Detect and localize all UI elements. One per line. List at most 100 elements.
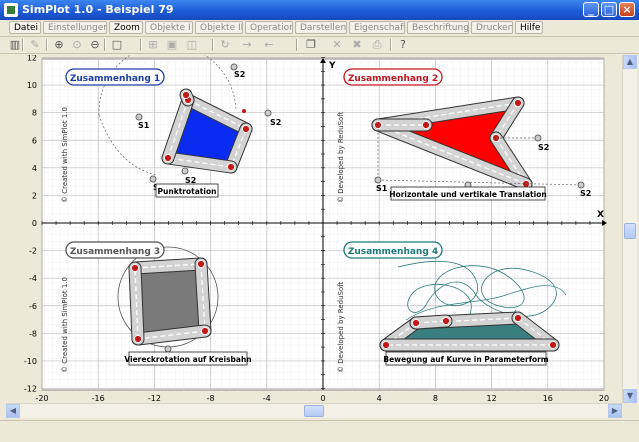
y-tick-label: -2: [29, 247, 37, 256]
point-s2: [577, 181, 585, 189]
menu-item-hilfe[interactable]: Hilfe: [515, 21, 543, 34]
plot-svg[interactable]: XY -20 -16 -12 -8 -4 0 4 8 12 16 20121086420-2-4-6…: [6, 43, 622, 403]
toolbar-separator: [46, 39, 48, 51]
plot-canvas[interactable]: XY -20 -16 -12 -8 -4 0 4 8 12 16 20 12 10 8 6 4 2 0 -2 -4 -6…: [6, 43, 622, 403]
zoom-icon[interactable]: ⊙: [70, 38, 84, 52]
panel-caption: Punktrotation: [158, 187, 217, 196]
zoom-out-icon[interactable]: ⊖: [88, 38, 102, 52]
window-title: SimPlot 1.0 - Beispiel 79: [22, 3, 174, 16]
y-tick-label: 6: [32, 136, 37, 145]
y-tick-label: -12: [24, 385, 37, 394]
menu-item-operation[interactable]: Operation: [245, 21, 293, 34]
point-s1: [374, 176, 382, 184]
watermark-right-bottom: © Developed by ReduSoft: [337, 281, 345, 373]
vertex: [514, 314, 522, 322]
panel-caption: Viereckrotation auf Kreisbahn: [124, 355, 251, 364]
minimize-button[interactable]: _: [583, 2, 599, 17]
x-tick-label: -20: [35, 394, 48, 403]
panel-caption: Bewegung auf Kurve in Parameterform: [383, 355, 548, 364]
scroll-left-button[interactable]: ◀: [6, 404, 20, 418]
vertical-scrollbar[interactable]: ▲ ▼: [622, 55, 637, 403]
panel-caption: Horizontale und vertikale Translation: [389, 190, 546, 199]
help-icon[interactable]: ?: [396, 38, 410, 52]
frame-icon[interactable]: ▣: [165, 38, 179, 52]
vertex: [549, 341, 557, 349]
horizontal-scrollbar[interactable]: ◀ ▶: [6, 403, 622, 418]
calculator-icon[interactable]: ▥: [8, 38, 22, 52]
point-s1: [135, 113, 143, 121]
arrow-left-icon[interactable]: ←: [262, 38, 276, 52]
y-tick-label: -8: [29, 329, 37, 338]
panel-title: Zusammenhang 1: [70, 74, 160, 84]
menu-item-objekte-i[interactable]: Objekte I: [145, 21, 193, 34]
menu-item-eigenschaft[interactable]: Eigenschaft: [349, 21, 405, 34]
panel-title: Zusammenhang 4: [348, 247, 438, 257]
horizontal-scroll-thumb[interactable]: [304, 405, 324, 417]
cut-icon[interactable]: ✕: [330, 38, 344, 52]
x-tick-label: -16: [92, 394, 105, 403]
grid-icon[interactable]: ⊞: [146, 38, 160, 52]
menu-item-objekte-ii[interactable]: Objekte II: [195, 21, 243, 34]
toolbar: ▥ ✎ ⊕ ⊙ ⊖ □ ⊞ ▣ ◫ ↻ → ← ❐ ✕ ✖ ⎙?: [0, 37, 639, 54]
maximize-button[interactable]: □: [601, 2, 617, 17]
toolbar-separator: [22, 39, 24, 51]
rotate-icon[interactable]: ↻: [218, 38, 232, 52]
scroll-down-button[interactable]: ▼: [623, 389, 637, 403]
x-tick-label: 12: [487, 394, 497, 403]
vertex: [227, 163, 235, 171]
vertical-scroll-thumb[interactable]: [624, 223, 636, 239]
watermark-right-top: © Developed by ReduSoft: [337, 111, 345, 203]
menu-item-beschriftung[interactable]: Beschriftung: [407, 21, 469, 34]
close-button[interactable]: ×: [619, 2, 635, 17]
toolbar-separator: [212, 39, 214, 51]
zoom-in-icon[interactable]: ⊕: [52, 38, 66, 52]
x-tick-label: 8: [433, 394, 438, 403]
x-tick-label: 4: [377, 394, 382, 403]
square-icon[interactable]: □: [110, 38, 124, 52]
vertex: [197, 260, 205, 268]
point-s2: [264, 109, 272, 117]
label-s2: S2: [580, 189, 591, 198]
vertex: [164, 154, 172, 162]
scroll-up-button[interactable]: ▲: [623, 55, 637, 69]
menu-item-zoom[interactable]: Zoom: [109, 21, 143, 34]
vertex: [242, 125, 250, 133]
box-icon[interactable]: ◫: [185, 38, 199, 52]
label-s2: S2: [270, 118, 281, 127]
vertex: [442, 317, 450, 325]
toolbar-separator: [104, 39, 106, 51]
y-tick-label: -6: [29, 302, 37, 311]
y-tick-label: -10: [24, 357, 37, 366]
x-axis-label: X: [597, 210, 604, 220]
y-tick-label: -4: [29, 274, 37, 283]
copy-icon[interactable]: ❐: [304, 38, 318, 52]
toolbar-separator: [140, 39, 142, 51]
menu-item-datei[interactable]: Datei: [9, 21, 41, 34]
scroll-right-button[interactable]: ▶: [608, 404, 622, 418]
delete-icon[interactable]: ✖: [350, 38, 364, 52]
point-s2: [534, 134, 542, 142]
menu-item-einstellungen[interactable]: Einstellungen: [43, 21, 107, 34]
toolbar-separator: [296, 39, 298, 51]
y-tick-label: 4: [32, 164, 37, 173]
x-tick-label: 0: [320, 394, 325, 403]
vertex: [514, 99, 522, 107]
menu-item-drucken[interactable]: Drucken: [471, 21, 513, 34]
print-icon[interactable]: ⎙: [370, 38, 384, 52]
watermark-left-bottom: © Created with SimPlot 1.0: [61, 277, 69, 373]
vertex: [382, 341, 390, 349]
vertex: [522, 180, 530, 188]
y-tick-label: 0: [32, 219, 37, 228]
x-tick-label: -12: [148, 394, 161, 403]
vertex: [131, 264, 139, 272]
vertex: [242, 109, 246, 113]
arrow-right-icon[interactable]: →: [240, 38, 254, 52]
vertex: [422, 121, 430, 129]
menu-item-darstellen[interactable]: Darstellen: [295, 21, 347, 34]
point-s2: [149, 175, 157, 183]
vertex: [412, 319, 420, 327]
y-tick-label: 8: [32, 109, 37, 118]
x-tick-label: 16: [543, 394, 553, 403]
menu-bar: Datei Einstellungen Zoom Objekte I Objekte I…: [0, 20, 639, 37]
pen-icon[interactable]: ✎: [28, 38, 42, 52]
